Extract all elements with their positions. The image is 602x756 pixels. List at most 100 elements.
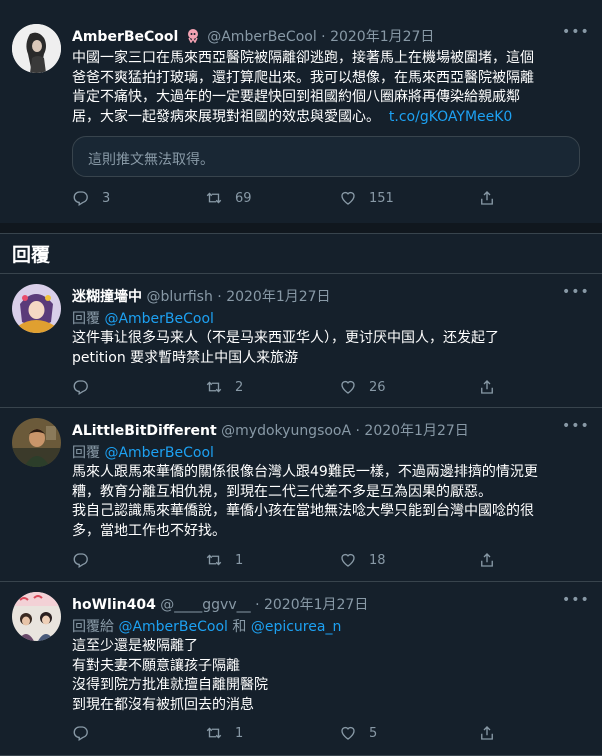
reply-to-link[interactable]: @epicurea_n — [251, 619, 341, 635]
retweet-icon — [206, 381, 222, 393]
retweet-button[interactable]: 1 — [205, 724, 243, 742]
share-icon — [481, 726, 493, 740]
reply-prefix: 回覆 — [72, 445, 100, 461]
like-count: 151 — [369, 190, 394, 206]
tweet-text-line: 沒得到院方批准就擅自離開醫院 — [72, 677, 268, 694]
tweet-text: 這至少還是被隔離了 有對夫妻不願意讓孩子隔離 沒得到院方批准就擅自離開醫院 到現… — [72, 637, 587, 715]
reply-prefix: 回覆給 — [72, 619, 114, 635]
author-name[interactable]: 迷糊撞墻中 — [72, 289, 142, 305]
heart-icon — [341, 726, 355, 740]
like-count: 26 — [369, 379, 386, 395]
heart-icon — [341, 380, 355, 394]
reply-to-link[interactable]: @AmberBeCool — [104, 311, 213, 327]
tweet-text-line: petition 要求暫時禁止中国人来旅游 — [72, 349, 299, 366]
retweet-icon — [206, 192, 222, 204]
tweet-header: AmberBeCool @AmberBeCool · 2020年1月27日 — [72, 26, 434, 47]
share-button[interactable] — [478, 724, 508, 742]
share-button[interactable] — [478, 189, 508, 207]
author-name[interactable]: ALittleBitDifferent — [72, 423, 217, 439]
tweet-text-line: 有對夫妻不願意讓孩子隔離 — [72, 657, 240, 674]
tweet-text-line: 这件事让很多马来人（不是马来西亚华人），更讨厌中国人，还发起了 — [72, 330, 499, 346]
tweet-text-line: 到現在都沒有被抓回去的消息 — [72, 696, 254, 713]
reply-to-link[interactable]: @AmberBeCool — [104, 445, 213, 461]
divider — [0, 273, 602, 274]
reply-icon — [73, 380, 88, 395]
retweet-icon — [206, 554, 222, 566]
reply-count: 3 — [102, 190, 111, 206]
reply-to-link[interactable]: @AmberBeCool — [118, 619, 227, 635]
avatar[interactable] — [12, 284, 61, 333]
tweet-header: hoWlin404 @____ggvv__ · 2020年1月27日 — [72, 594, 368, 614]
reply-button[interactable] — [72, 724, 102, 742]
heart-icon — [341, 191, 355, 205]
reply-conjunction: 和 — [232, 619, 247, 635]
tweet-text-line: 馬來人跟馬來華僑的關係很像台灣人跟49難民一樣，不過兩邊排擠的情況更 — [72, 464, 538, 480]
badge-icon — [185, 27, 201, 47]
more-options-icon[interactable]: ••• — [562, 284, 590, 300]
retweet-button[interactable]: 2 — [205, 378, 243, 396]
reply-button[interactable] — [72, 378, 102, 396]
tweet-header: ALittleBitDifferent @mydokyungsooA · 202… — [72, 420, 469, 440]
avatar[interactable] — [12, 592, 61, 641]
tweet-text-line: 這至少還是被隔離了 — [72, 638, 198, 654]
retweet-count: 2 — [235, 379, 244, 395]
divider — [0, 581, 602, 582]
avatar[interactable] — [12, 24, 61, 73]
replying-to: 回覆 @AmberBeCool — [72, 308, 214, 328]
tweet-text: 馬來人跟馬來華僑的關係很像台灣人跟49難民一樣，不過兩邊排擠的情況更 糟，教育分… — [72, 463, 587, 541]
tweet-text-line: 居，大家一起發病來展現對祖國的效忠與愛國心。 — [72, 108, 380, 125]
reply-prefix: 回覆 — [72, 311, 100, 327]
retweet-icon — [206, 727, 222, 739]
reply-icon — [73, 191, 88, 206]
share-button[interactable] — [478, 551, 508, 569]
like-button[interactable]: 5 — [339, 724, 377, 742]
tweet-text-line: 多，當地工作也不好找。 — [72, 522, 226, 539]
reply-button[interactable]: 3 — [72, 189, 110, 207]
author-handle[interactable]: @____ggvv__ · 2020年1月27日 — [160, 597, 368, 613]
replying-to: 回覆 @AmberBeCool — [72, 442, 214, 462]
tweet-text-line: 我自己認識馬來華僑說，華僑小孩在當地無法唸大學只能到台灣中國唸的很 — [72, 503, 534, 520]
retweet-button[interactable]: 69 — [205, 189, 252, 207]
more-options-icon[interactable]: ••• — [562, 592, 590, 608]
replies-section-title: 回覆 — [12, 244, 51, 266]
author-name[interactable]: hoWlin404 — [72, 597, 156, 613]
divider — [0, 407, 602, 408]
tweet-text: 这件事让很多马来人（不是马来西亚华人），更讨厌中国人，还发起了 petition… — [72, 329, 587, 368]
retweet-count: 1 — [235, 725, 244, 741]
share-icon — [481, 191, 493, 205]
like-count: 5 — [369, 725, 378, 741]
author-handle[interactable]: @mydokyungsooA · 2020年1月27日 — [221, 423, 469, 439]
retweet-button[interactable]: 1 — [205, 551, 243, 569]
like-button[interactable]: 151 — [339, 189, 394, 207]
reply-icon — [73, 726, 88, 741]
tweet-header: 迷糊撞墻中 @blurfish · 2020年1月27日 — [72, 286, 331, 306]
avatar[interactable] — [12, 418, 61, 467]
like-button[interactable]: 18 — [339, 551, 386, 569]
reply-icon — [73, 553, 88, 568]
like-button[interactable]: 26 — [339, 378, 386, 396]
tweet-text: 中國一家三口在馬來西亞醫院被隔離卻逃跑，接著馬上在機場被圍堵，這個 爸爸不爽猛拍… — [72, 49, 587, 127]
quoted-tweet-unavailable[interactable]: 這則推文無法取得。 — [72, 136, 580, 177]
divider — [0, 223, 602, 233]
divider — [0, 233, 602, 234]
retweet-count: 69 — [235, 190, 252, 206]
more-options-icon[interactable]: ••• — [562, 418, 590, 434]
tweet-link[interactable]: t.co/gKOAYMeeK0 — [389, 109, 512, 125]
replying-to: 回覆給 @AmberBeCool 和 @epicurea_n — [72, 616, 341, 636]
heart-icon — [341, 553, 355, 567]
quote-text: 這則推文無法取得。 — [88, 152, 214, 168]
tweet-text-line: 肯定不痛快，大過年的一定要趕快回到祖國約個八圈麻將再傳染給親戚鄰 — [72, 89, 520, 106]
share-icon — [481, 553, 493, 567]
author-handle[interactable]: @AmberBeCool · 2020年1月27日 — [207, 29, 434, 45]
more-options-icon[interactable]: ••• — [562, 24, 590, 40]
share-button[interactable] — [478, 378, 508, 396]
author-name[interactable]: AmberBeCool — [72, 29, 178, 45]
author-handle[interactable]: @blurfish · 2020年1月27日 — [146, 289, 330, 305]
tweet-text-line: 爸爸不爽猛拍打玻璃，還打算爬出來。我可以想像，在馬來西亞醫院被隔離 — [72, 69, 534, 86]
retweet-count: 1 — [235, 552, 244, 568]
tweet-text-line: 中國一家三口在馬來西亞醫院被隔離卻逃跑，接著馬上在機場被圍堵，這個 — [72, 50, 534, 66]
share-icon — [481, 380, 493, 394]
tweet-text-line: 糟，教育分離互相仇視，到現在二代三代差不多是互為因果的厭惡。 — [72, 483, 492, 500]
reply-button[interactable] — [72, 551, 102, 569]
like-count: 18 — [369, 552, 386, 568]
